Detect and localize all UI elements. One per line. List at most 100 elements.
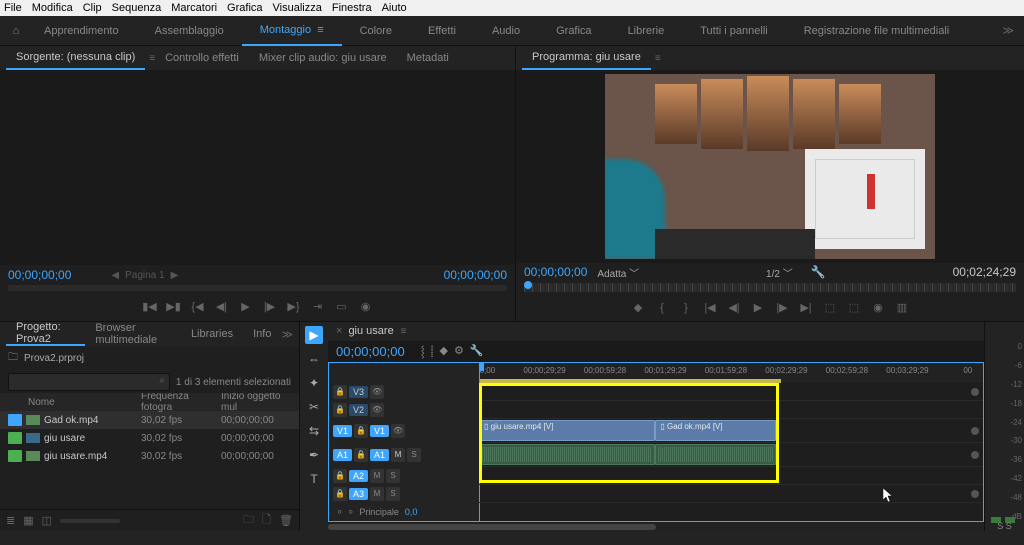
tab-project[interactable]: Progetto: Prova2 (6, 322, 85, 346)
menu-sequence[interactable]: Sequenza (112, 2, 162, 14)
label-chip[interactable] (8, 450, 22, 462)
track-header-a3[interactable]: 🔒A3MS (329, 485, 479, 503)
panel-overflow-icon[interactable]: ≫ (281, 328, 299, 341)
program-left-timecode[interactable]: 00;00;00;00 (524, 265, 587, 279)
panel-menu-icon[interactable]: ≡ (398, 326, 407, 337)
workspace-tab[interactable]: Registrazione file multimediali (786, 16, 968, 46)
track-header-a2[interactable]: 🔒A2MS (329, 467, 479, 485)
menu-markers[interactable]: Marcatori (171, 2, 217, 14)
goto-in-icon[interactable]: {◀ (190, 300, 206, 313)
program-scrubber[interactable] (524, 283, 1016, 292)
tab-effect-controls[interactable]: Controllo effetti (155, 46, 249, 70)
step-fwd-icon[interactable]: |▶ (262, 300, 278, 313)
source-monitor[interactable] (0, 70, 515, 265)
mark-in-icon[interactable]: ▮◀ (142, 300, 158, 313)
track-header-v2[interactable]: 🔒V2👁 (329, 401, 479, 419)
pen-tool-icon[interactable]: ✒ (305, 446, 323, 464)
menu-window[interactable]: Finestra (332, 2, 372, 14)
wrench-icon[interactable]: 🔧 (470, 344, 484, 359)
step-back-icon[interactable]: ◀| (214, 300, 230, 313)
workspace-tab[interactable]: Librerie (610, 16, 683, 46)
sequence-tab[interactable]: giu usare (348, 325, 393, 337)
play-icon[interactable]: ▶ (750, 301, 766, 314)
track-header-v3[interactable]: 🔒V3👁 (329, 383, 479, 401)
linked-sel-icon[interactable]: ⸽ (431, 344, 434, 359)
insert-icon[interactable]: ⇥ (310, 300, 326, 313)
eye-icon[interactable]: 👁 (391, 424, 405, 438)
timeline-timecode[interactable]: 00;00;00;00 (336, 344, 405, 359)
new-item-icon[interactable]: 🗋 (262, 511, 271, 530)
type-tool-icon[interactable]: T (305, 470, 323, 488)
thumbnail-size-slider[interactable] (60, 519, 120, 523)
playhead-icon[interactable] (524, 281, 532, 289)
mark-out-icon[interactable]: ▶▮ (166, 300, 182, 313)
solo-icon[interactable]: S (407, 448, 421, 462)
table-row[interactable]: giu usare 30,02 fps 00;00;00;00 (0, 429, 299, 447)
time-ruler[interactable]: ;00;00 00;00;29;29 00;00;59;28 00;01;29;… (479, 363, 983, 383)
menu-edit[interactable]: Modifica (32, 2, 73, 14)
workspace-tab[interactable]: Assemblaggio (137, 16, 242, 46)
selection-tool-icon[interactable]: ▶ (305, 326, 323, 344)
label-chip[interactable] (8, 414, 22, 426)
zoom-fit-dropdown[interactable]: Adatta ﹀ (597, 265, 639, 280)
label-chip[interactable] (8, 432, 22, 444)
timeline-track-area[interactable]: ;00;00 00;00;29;29 00;00;59;28 00;01;29;… (479, 363, 983, 521)
menu-view[interactable]: Visualizza (273, 2, 322, 14)
mute-icon[interactable]: M (370, 487, 384, 501)
home-icon[interactable]: ⌂ (6, 21, 26, 41)
tab-libraries[interactable]: Libraries (181, 322, 243, 346)
snap-icon[interactable]: ⸾ (421, 344, 425, 359)
export-frame-icon[interactable]: ◉ (870, 301, 886, 314)
step-back-icon[interactable]: ◀| (726, 301, 742, 314)
col-name[interactable]: Nome (28, 397, 141, 408)
ripple-tool-icon[interactable]: ✦ (305, 374, 323, 392)
project-bin-table[interactable]: Nome Frequenza fotogra Inizio oggetto mu… (0, 393, 299, 509)
razor-tool-icon[interactable]: ✂ (305, 398, 323, 416)
menu-graphics[interactable]: Grafica (227, 2, 262, 14)
add-marker-icon[interactable]: ◆ (630, 301, 646, 314)
lock-icon[interactable]: 🔒 (354, 448, 368, 462)
menu-help[interactable]: Aiuto (382, 2, 407, 14)
track-header-v1[interactable]: V1🔒V1👁 (329, 419, 479, 443)
tab-info[interactable]: Info (243, 322, 281, 346)
solo-button[interactable]: S (997, 521, 1003, 531)
eye-icon[interactable]: 👁 (370, 385, 384, 399)
eye-icon[interactable]: 👁 (370, 403, 384, 417)
lock-icon[interactable]: 🔒 (354, 424, 368, 438)
lock-icon[interactable]: 🔒 (333, 403, 347, 417)
extract-icon[interactable]: ⬚ (846, 301, 862, 314)
menu-clip[interactable]: Clip (83, 2, 102, 14)
panel-menu-icon[interactable]: ≡ (655, 53, 661, 64)
tab-metadata[interactable]: Metadati (397, 46, 459, 70)
tab-program[interactable]: Programma: giu usare (522, 46, 651, 70)
solo-icon[interactable]: S (386, 487, 400, 501)
goto-out-icon[interactable]: ▶} (286, 300, 302, 313)
goto-out-icon[interactable]: ▶| (798, 301, 814, 314)
col-fps[interactable]: Frequenza fotogra (141, 393, 221, 413)
workspace-tab[interactable]: Effetti (410, 16, 474, 46)
slip-tool-icon[interactable]: ⇆ (305, 422, 323, 440)
workspace-tab[interactable]: Apprendimento (26, 16, 137, 46)
resolution-dropdown[interactable]: 1/2 ﹀ (766, 265, 793, 280)
workspace-tab-active[interactable]: Montaggio ≡ (242, 16, 342, 46)
workspace-overflow-icon[interactable]: ≫ (1002, 24, 1024, 37)
settings-icon[interactable]: ⚙ (454, 344, 464, 359)
page-indicator[interactable]: ◀ Pagina 1 ▶ (111, 270, 178, 281)
goto-in-icon[interactable]: |◀ (702, 301, 718, 314)
solo-button[interactable]: S (1006, 521, 1012, 531)
master-value[interactable]: 0,0 (405, 507, 418, 517)
timeline-hscroll[interactable] (328, 522, 984, 531)
track-select-tool-icon[interactable]: ⇔ (305, 350, 323, 368)
search-input[interactable]: ​ (8, 373, 170, 391)
mute-icon[interactable]: M (370, 469, 384, 483)
workspace-tab[interactable]: Colore (342, 16, 410, 46)
col-start[interactable]: Inizio oggetto mul (221, 393, 291, 413)
tab-media-browser[interactable]: Browser multimediale (85, 322, 181, 346)
marker-icon[interactable]: ◆ (439, 344, 447, 359)
freeform-view-icon[interactable]: ◫ (42, 514, 52, 527)
mark-out-icon[interactable]: } (678, 302, 694, 314)
track-header-a1[interactable]: A1🔒A1MS (329, 443, 479, 467)
trash-icon[interactable]: 🗑 (279, 514, 293, 527)
native-menubar[interactable]: File Modifica Clip Sequenza Marcatori Gr… (0, 0, 1024, 16)
icon-view-icon[interactable]: ▦ (23, 514, 33, 527)
